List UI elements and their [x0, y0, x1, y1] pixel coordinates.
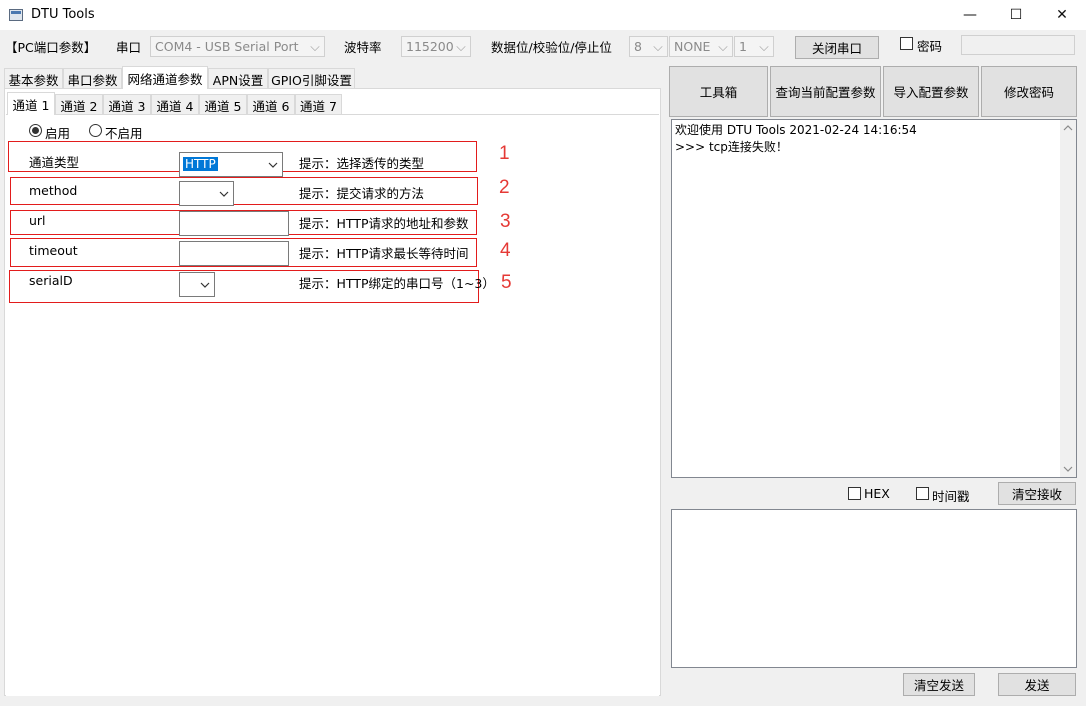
chevron-down-icon: ⌵: [456, 38, 466, 54]
serialid-label: serialD: [29, 273, 73, 288]
port-label: 串口: [116, 40, 142, 55]
serialid-select[interactable]: [179, 272, 215, 297]
annotation-number-5: 5: [501, 272, 512, 293]
minimize-button[interactable]: —: [947, 0, 993, 30]
data-parity-stop-label: 数据位/校验位/停止位: [491, 40, 612, 55]
scroll-up-icon[interactable]: [1063, 124, 1073, 132]
close-icon: ✕: [1056, 7, 1068, 23]
toolbox-button[interactable]: 工具箱: [669, 66, 768, 117]
serialid-hint: 提示：HTTP绑定的串口号（1~3）: [299, 276, 495, 291]
databits-select[interactable]: 8 ⌵: [629, 36, 668, 57]
annotation-number-4: 4: [500, 240, 511, 261]
close-button[interactable]: ✕: [1039, 0, 1085, 30]
log-line: 欢迎使用 DTU Tools 2021-02-24 14:16:54: [675, 123, 917, 137]
baud-select[interactable]: 115200 ⌵: [401, 36, 471, 57]
method-label: method: [29, 183, 78, 198]
method-hint: 提示：提交请求的方法: [299, 186, 425, 201]
timestamp-label: 时间戳: [932, 489, 970, 504]
channel-type-hint: 提示：选择透传的类型: [299, 156, 425, 171]
timestamp-checkbox[interactable]: [916, 487, 929, 500]
send-input[interactable]: [671, 509, 1077, 668]
url-label: url: [29, 213, 46, 228]
channel-type-select[interactable]: HTTP: [179, 152, 283, 177]
tab-channel-4[interactable]: 通道 4: [151, 94, 199, 115]
annotation-number-2: 2: [499, 177, 510, 198]
pc-params-label: 【PC端口参数】: [5, 40, 97, 55]
maximize-button[interactable]: ☐: [993, 0, 1039, 30]
disable-label: 不启用: [105, 126, 143, 141]
timeout-label: timeout: [29, 243, 78, 258]
close-port-button[interactable]: 关闭串口: [795, 36, 879, 59]
log-line: >>> tcp连接失败！: [675, 140, 788, 154]
tab-channel-1[interactable]: 通道 1: [7, 92, 55, 115]
enable-label: 启用: [45, 126, 71, 141]
clear-receive-button[interactable]: 清空接收: [998, 482, 1076, 505]
send-button[interactable]: 发送: [998, 673, 1076, 696]
chevron-down-icon: ⌵: [718, 38, 728, 54]
parity-select[interactable]: NONE ⌵: [669, 36, 733, 57]
clear-send-button[interactable]: 清空发送: [903, 673, 975, 696]
window-title: DTU Tools: [31, 7, 95, 22]
port-select[interactable]: COM4 - USB Serial Port ⌵: [150, 36, 325, 57]
change-password-button[interactable]: 修改密码: [981, 66, 1077, 117]
app-icon: [9, 9, 23, 21]
tab-serial-params[interactable]: 串口参数: [63, 68, 122, 89]
password-label: 密码: [917, 39, 943, 54]
tab-channel-6[interactable]: 通道 6: [247, 94, 295, 115]
hex-checkbox[interactable]: [848, 487, 861, 500]
enable-radio[interactable]: [29, 124, 42, 137]
timeout-input[interactable]: [179, 241, 289, 266]
password-input[interactable]: [961, 35, 1075, 55]
disable-radio[interactable]: [89, 124, 102, 137]
log-scrollbar[interactable]: [1060, 120, 1076, 477]
timeout-hint: 提示：HTTP请求最长等待时间: [299, 246, 469, 261]
title-bar: [0, 0, 1086, 30]
tab-channel-3[interactable]: 通道 3: [103, 94, 151, 115]
chevron-down-icon: [268, 162, 278, 168]
stopbits-select[interactable]: 1 ⌵: [734, 36, 774, 57]
channel-type-label: 通道类型: [29, 155, 80, 170]
annotation-number-1: 1: [499, 143, 510, 164]
import-config-button[interactable]: 导入配置参数: [883, 66, 979, 117]
receive-log[interactable]: 欢迎使用 DTU Tools 2021-02-24 14:16:54 >>> t…: [671, 119, 1077, 478]
chevron-down-icon: [200, 282, 210, 288]
baud-label: 波特率: [344, 40, 382, 55]
tab-channel-2[interactable]: 通道 2: [55, 94, 103, 115]
hex-label: HEX: [864, 486, 890, 501]
annotation-number-3: 3: [500, 211, 511, 232]
query-config-button[interactable]: 查询当前配置参数: [770, 66, 881, 117]
chevron-down-icon: ⌵: [653, 38, 663, 54]
tab-channel-5[interactable]: 通道 5: [199, 94, 247, 115]
method-select[interactable]: [179, 181, 234, 206]
chevron-down-icon: [219, 191, 229, 197]
password-checkbox[interactable]: [900, 37, 913, 50]
tab-apn-settings[interactable]: APN设置: [208, 68, 268, 89]
url-input[interactable]: [179, 211, 289, 236]
tab-network-channel-params[interactable]: 网络通道参数: [122, 66, 208, 89]
tab-channel-7[interactable]: 通道 7: [295, 94, 342, 115]
maximize-icon: ☐: [1009, 7, 1023, 23]
scroll-down-icon[interactable]: [1063, 465, 1073, 473]
tab-basic-params[interactable]: 基本参数: [4, 68, 63, 89]
tab-gpio-settings[interactable]: GPIO引脚设置: [268, 68, 355, 89]
url-hint: 提示：HTTP请求的地址和参数: [299, 216, 469, 231]
chevron-down-icon: ⌵: [759, 38, 769, 54]
chevron-down-icon: ⌵: [310, 38, 320, 54]
minimize-icon: —: [963, 7, 977, 23]
